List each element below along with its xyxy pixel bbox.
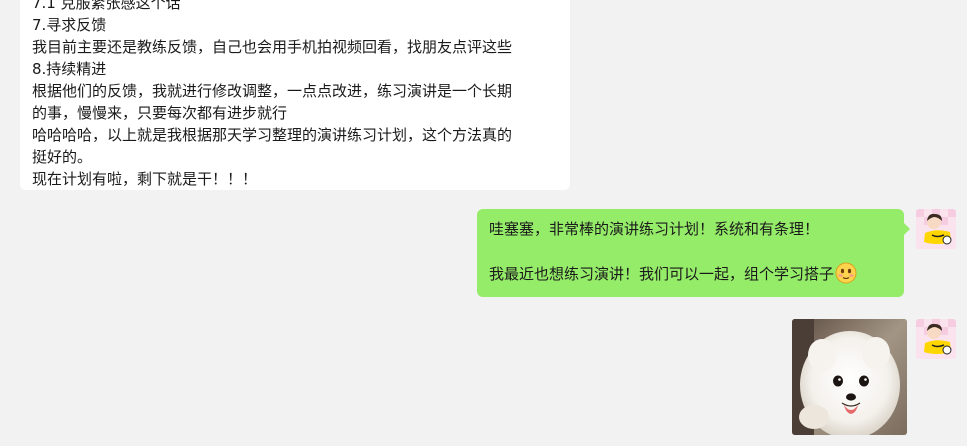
incoming-message-bubble[interactable]: 7.1 克服紧张感这个话 7.寻求反馈 我目前主要还是教练反馈，自己也会用手机拍… — [20, 0, 570, 190]
user-avatar-cartoon-icon — [916, 319, 956, 359]
message-gap — [489, 243, 892, 261]
message-line: 根据他们的反馈，我就进行修改调整，一点点改进，练习演讲是一个长期 — [32, 82, 513, 100]
user-avatar-cartoon-icon — [916, 209, 956, 249]
message-line: 我最近也想练习演讲！我们可以一起，组个学习搭子 — [489, 261, 892, 288]
message-line: 挺好的。 — [32, 148, 93, 166]
blushing-face-emoji-icon — [835, 262, 857, 284]
pomeranian-dog-photo-icon — [792, 319, 907, 435]
message-text: 我最近也想练习演讲！我们可以一起，组个学习搭子 — [489, 265, 835, 283]
message-line: 哇塞塞，非常棒的演讲练习计划！系统和有条理！ — [489, 220, 820, 238]
message-line: 8.持续精进 — [32, 60, 107, 78]
message-line: 我目前主要还是教练反馈，自己也会用手机拍视频回看，找朋友点评这些 — [32, 38, 513, 56]
image-message[interactable] — [792, 319, 907, 435]
message-line: 哈哈哈哈，以上就是我根据那天学习整理的演讲练习计划，这个方法真的 — [32, 126, 513, 144]
message-line: 7.寻求反馈 — [32, 16, 107, 34]
outgoing-message-bubble[interactable]: 哇塞塞，非常棒的演讲练习计划！系统和有条理！ 我最近也想练习演讲！我们可以一起，… — [477, 209, 910, 297]
user-avatar[interactable] — [916, 319, 956, 359]
message-line: 7.1 克服紧张感这个话 — [32, 0, 181, 12]
message-line: 现在计划有啦，剩下就是干！！！ — [32, 170, 258, 188]
message-line: 的事，慢慢来，只要每次都有进步就行 — [32, 104, 288, 122]
user-avatar[interactable] — [916, 209, 956, 249]
